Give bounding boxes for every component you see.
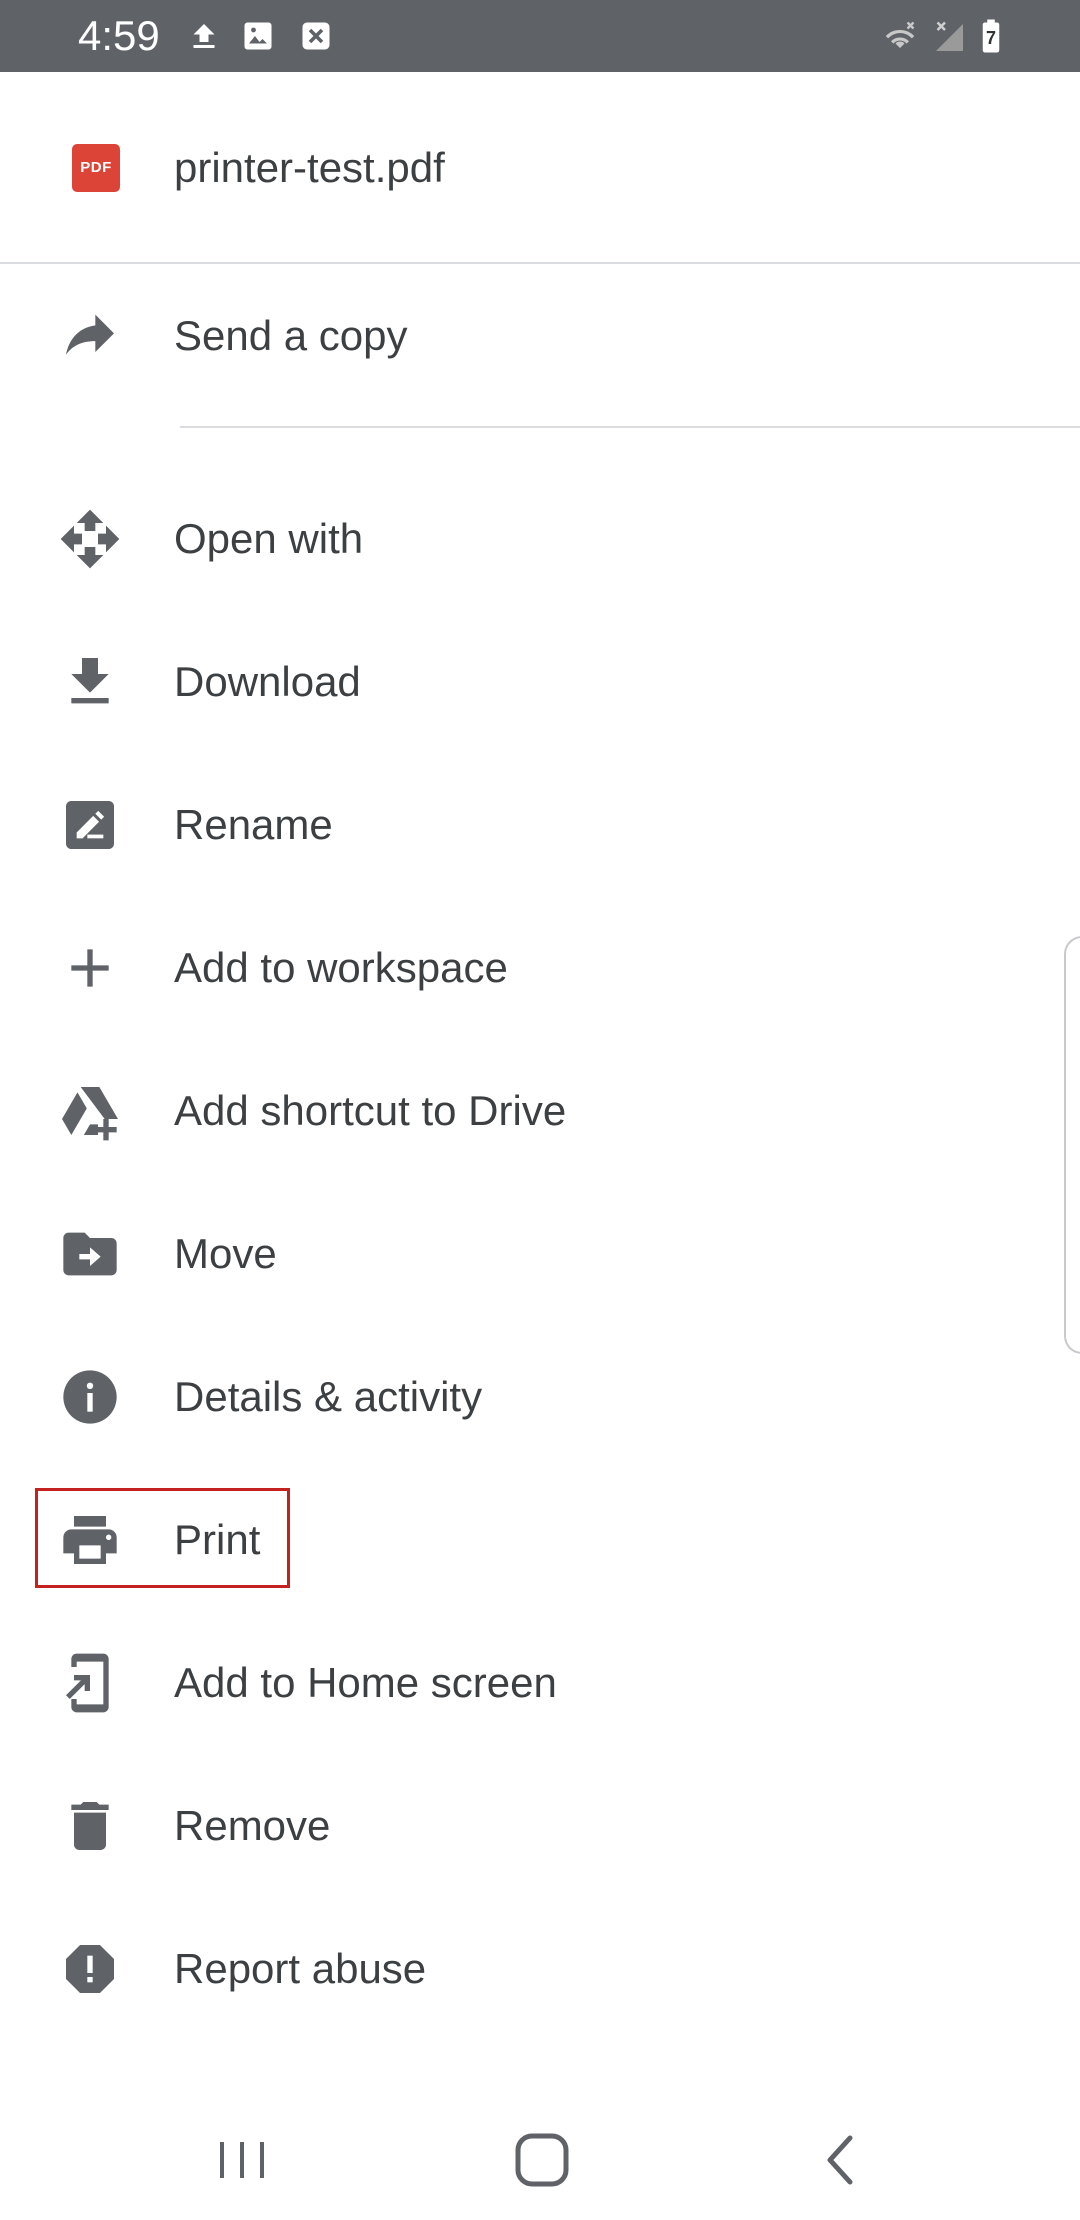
menu-label: Add to workspace [174, 944, 508, 991]
status-bar: 4:59 7 [0, 0, 1080, 72]
menu-label: Rename [174, 801, 333, 848]
status-time: 4:59 [78, 12, 160, 59]
menu-item-remove[interactable]: Remove [0, 1754, 1080, 1897]
navigation-bar [0, 2100, 1080, 2220]
info-icon [58, 1365, 122, 1429]
edge-panel-handle[interactable] [1064, 936, 1080, 1354]
download-icon [58, 650, 122, 714]
menu-item-add-to-home-screen[interactable]: Add to Home screen [0, 1611, 1080, 1754]
move-folder-icon [58, 1222, 122, 1286]
back-button[interactable] [810, 2128, 874, 2192]
menu-item-report-abuse[interactable]: Report abuse [0, 1897, 1080, 2040]
rename-icon [58, 793, 122, 857]
menu-item-download[interactable]: Download [0, 610, 1080, 753]
print-highlight-box [35, 1488, 290, 1588]
no-signal-icon [928, 18, 964, 54]
upload-icon [186, 18, 222, 54]
menu-item-add-shortcut-to-drive[interactable]: Add shortcut to Drive [0, 1039, 1080, 1182]
home-icon [515, 2133, 569, 2187]
back-icon [827, 2135, 853, 2185]
file-header: PDF printer-test.pdf [0, 72, 1080, 264]
recents-button[interactable] [210, 2128, 274, 2192]
share-arrow-icon [58, 304, 122, 368]
plus-icon [58, 936, 122, 1000]
menu-item-move[interactable]: Move [0, 1182, 1080, 1325]
file-name: printer-test.pdf [174, 144, 445, 191]
menu-divider [180, 426, 1080, 428]
menu-label: Report abuse [174, 1945, 427, 1992]
menu-item-rename[interactable]: Rename [0, 753, 1080, 896]
menu-label: Send a copy [174, 312, 408, 359]
home-button[interactable] [510, 2128, 574, 2192]
menu-label: Download [174, 658, 361, 705]
menu-label: Remove [174, 1802, 331, 1849]
menu-label: Add to Home screen [174, 1659, 557, 1706]
pdf-file-icon: PDF [72, 144, 120, 192]
menu-item-send-a-copy[interactable]: Send a copy [0, 264, 1080, 407]
menu-item-open-with[interactable]: Open with [0, 467, 1080, 610]
wifi-icon [880, 18, 916, 54]
trash-icon [58, 1794, 122, 1858]
app-notification-icon [298, 18, 334, 54]
open-with-icon [58, 507, 122, 571]
menu-label: Move [174, 1230, 277, 1277]
add-to-home-icon [58, 1651, 122, 1715]
menu-label: Open with [174, 515, 364, 562]
report-icon [58, 1937, 122, 2001]
menu-item-add-to-workspace[interactable]: Add to workspace [0, 896, 1080, 1039]
recents-icon [220, 2142, 264, 2178]
menu-label: Details & activity [174, 1373, 483, 1420]
menu-label: Add shortcut to Drive [174, 1087, 567, 1134]
image-icon [240, 18, 276, 54]
battery-level: 7 [985, 28, 996, 48]
menu-item-details-activity[interactable]: Details & activity [0, 1325, 1080, 1468]
drive-shortcut-icon [58, 1079, 122, 1143]
